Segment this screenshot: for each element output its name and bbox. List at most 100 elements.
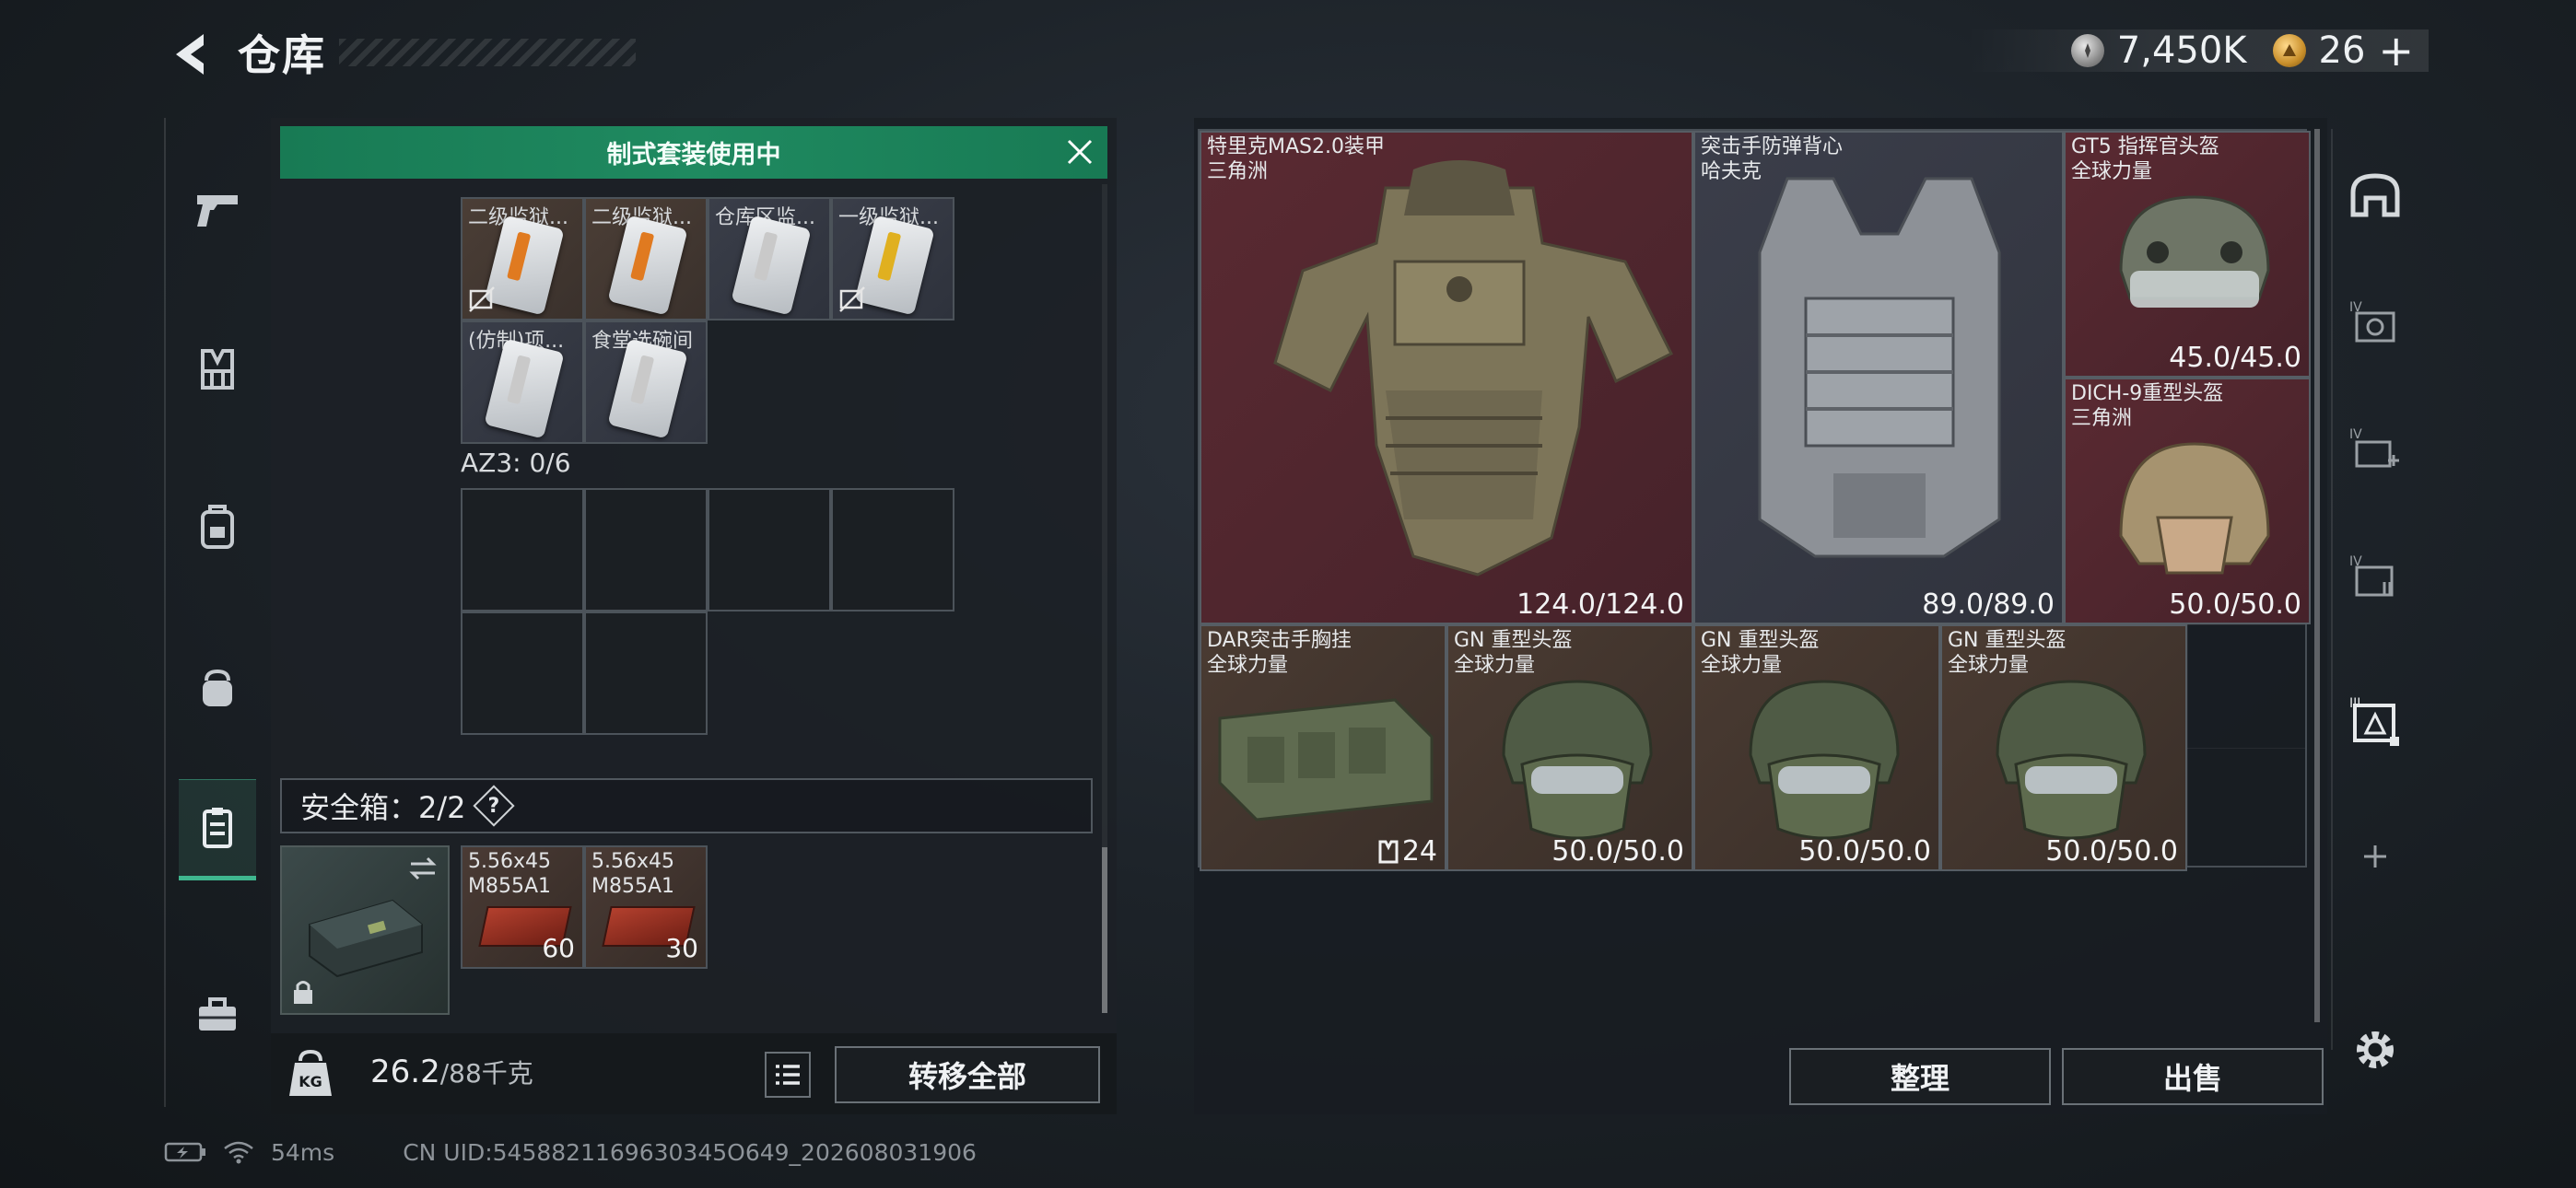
nav-secure-container[interactable] bbox=[179, 779, 256, 880]
stash-item-helmet[interactable]: GN 重型头盔 全球力量 50.0/50.0 bbox=[1940, 624, 2187, 871]
pouch-item-slot[interactable]: 食堂选碗间 bbox=[584, 320, 708, 444]
nav-pouch[interactable] bbox=[179, 638, 256, 740]
svg-text:KG: KG bbox=[299, 1073, 322, 1090]
secure-container-icon bbox=[203, 808, 232, 848]
stash-item-armor[interactable]: 特里克MAS2.0装甲 三角洲 124.0/124.0 bbox=[1200, 131, 1693, 624]
pouch-item-slot[interactable]: 仓库区监... bbox=[708, 197, 831, 320]
wifi-icon bbox=[224, 1141, 253, 1164]
helmet-image bbox=[1502, 680, 1653, 840]
nav-chest-rig[interactable] bbox=[179, 319, 256, 420]
stash-scrollbar[interactable] bbox=[2314, 129, 2320, 1022]
item-name: DICH-9重型头盔 三角洲 bbox=[2071, 382, 2224, 430]
stash-tab-icon: IV bbox=[2349, 554, 2394, 597]
item-name: DAR突击手胸挂 全球力量 bbox=[1207, 629, 1352, 677]
transfer-all-button[interactable]: 转移全部 bbox=[835, 1046, 1100, 1103]
no-transfer-icon bbox=[839, 286, 865, 312]
stash-tab-icon: IV bbox=[2349, 300, 2395, 343]
ammo-count: 60 bbox=[542, 933, 575, 963]
close-icon[interactable] bbox=[1065, 137, 1095, 167]
item-durability: 50.0/50.0 bbox=[2169, 588, 2301, 621]
nav-toolbox[interactable] bbox=[179, 965, 256, 1066]
no-transfer-icon bbox=[469, 286, 495, 312]
back-button[interactable] bbox=[158, 24, 223, 85]
category-nav bbox=[164, 118, 263, 1107]
help-icon[interactable]: ? bbox=[472, 785, 515, 827]
plus-icon bbox=[2364, 845, 2386, 868]
pouch-item-slot[interactable]: 二级监狱... bbox=[461, 197, 584, 320]
swap-icon[interactable] bbox=[407, 855, 439, 882]
chest-rig-small-icon bbox=[1378, 840, 1399, 863]
stash-item-chest-rig[interactable]: DAR突击手胸挂 全球力量 24 bbox=[1200, 624, 1446, 871]
helmet-image bbox=[1749, 680, 1900, 840]
ammo-slot[interactable]: 5.56x45 M855A1 30 bbox=[584, 845, 708, 969]
gold-coin-icon bbox=[2272, 34, 2306, 67]
helmet-image bbox=[2119, 442, 2270, 575]
ping-readout: 54ms bbox=[271, 1138, 335, 1166]
stash-tabs: IV IV IV III bbox=[2331, 129, 2405, 1068]
list-view-button[interactable] bbox=[765, 1052, 811, 1098]
pouch-icon bbox=[203, 669, 232, 706]
nav-backpack[interactable] bbox=[179, 477, 256, 578]
sell-button[interactable]: 出售 bbox=[2062, 1048, 2324, 1105]
pouch-item-slot[interactable]: 二级监狱... bbox=[584, 197, 708, 320]
weight-kg-icon: KG bbox=[289, 1050, 332, 1096]
chest-rig-icon bbox=[201, 349, 234, 390]
add-stash-tab-button[interactable] bbox=[2348, 829, 2403, 884]
stash-tab-3[interactable]: IV bbox=[2348, 422, 2403, 477]
silver-coin-icon bbox=[2070, 34, 2104, 67]
empty-slot[interactable] bbox=[831, 488, 954, 611]
stash-tab-icon: III bbox=[2349, 696, 2399, 746]
az3-label: AZ3: 0/6 bbox=[461, 448, 571, 478]
helmet-image bbox=[1996, 680, 2147, 840]
loadout-scrollbar[interactable] bbox=[1102, 184, 1107, 1013]
add-currency-button[interactable]: + bbox=[2378, 26, 2414, 76]
armor-vest-image bbox=[1273, 160, 1674, 577]
item-quantity: 24 bbox=[1378, 835, 1437, 868]
toolbox-icon bbox=[199, 997, 236, 1031]
battery-icon bbox=[164, 1142, 205, 1162]
item-durability: 45.0/45.0 bbox=[2169, 342, 2301, 374]
stash-item-helmet[interactable]: GN 重型头盔 全球力量 50.0/50.0 bbox=[1693, 624, 1940, 871]
list-icon bbox=[776, 1065, 800, 1085]
item-durability: 89.0/89.0 bbox=[1922, 588, 2055, 621]
empty-slot[interactable] bbox=[461, 488, 584, 611]
back-arrow-icon bbox=[176, 34, 204, 75]
helmet-image bbox=[2119, 195, 2270, 308]
stash-grid: 特里克MAS2.0装甲 三角洲 124.0/124.0 突击手防弹背心 哈夫克 89… bbox=[1198, 129, 2311, 871]
ammo-name: 5.56x45 M855A1 bbox=[591, 850, 675, 898]
ammo-count: 30 bbox=[665, 933, 698, 963]
vault-icon bbox=[2350, 173, 2400, 217]
stash-item-helmet[interactable]: GN 重型头盔 全球力量 50.0/50.0 bbox=[1446, 624, 1693, 871]
stash-tab-icon: IV bbox=[2349, 427, 2399, 468]
ammo-name: 5.56x45 M855A1 bbox=[468, 850, 552, 898]
silver-balance: 7,450K bbox=[2116, 29, 2247, 72]
gold-balance: 26 bbox=[2318, 29, 2366, 72]
empty-slot[interactable] bbox=[708, 488, 831, 611]
stash-tab-5-active[interactable]: III bbox=[2348, 693, 2403, 748]
item-durability: 50.0/50.0 bbox=[1798, 835, 1931, 868]
stash-tab-2[interactable]: IV bbox=[2348, 295, 2403, 350]
chest-rig-image bbox=[1218, 698, 1434, 821]
safe-box-capacity: 安全箱：2/2 bbox=[300, 790, 466, 825]
pouch-item-slot[interactable]: (仿制)项... bbox=[461, 320, 584, 444]
empty-slot[interactable] bbox=[584, 611, 708, 735]
stash-item-helmet[interactable]: DICH-9重型头盔 三角洲 50.0/50.0 bbox=[2064, 378, 2311, 624]
plate-carrier-image bbox=[1758, 177, 2001, 558]
empty-slot[interactable] bbox=[584, 488, 708, 611]
kit-banner-text: 制式套装使用中 bbox=[606, 141, 781, 169]
empty-slot[interactable] bbox=[461, 611, 584, 735]
ammo-slot[interactable]: 5.56x45 M855A1 60 bbox=[461, 845, 584, 969]
stash-item-armor[interactable]: 突击手防弹背心 哈夫克 89.0/89.0 bbox=[1693, 131, 2064, 624]
pouch-item-slot[interactable]: 一级监狱... bbox=[831, 197, 954, 320]
user-uid: CN UID:5458821169630345O649_202608031906 bbox=[403, 1138, 977, 1166]
settings-button[interactable] bbox=[2348, 1022, 2403, 1077]
sort-button[interactable]: 整理 bbox=[1789, 1048, 2051, 1105]
kit-in-use-banner: 制式套装使用中 bbox=[280, 126, 1107, 179]
stash-tab-home[interactable] bbox=[2348, 168, 2403, 223]
safe-box-header: 安全箱：2/2 ? bbox=[280, 778, 1093, 833]
stash-tab-4[interactable]: IV bbox=[2348, 549, 2403, 604]
safe-box-container[interactable] bbox=[280, 845, 450, 1015]
nav-weapon[interactable] bbox=[179, 159, 256, 261]
gear-icon bbox=[2357, 1031, 2394, 1068]
stash-item-helmet[interactable]: GT5 指挥官头盔 全球力量 45.0/45.0 bbox=[2064, 131, 2311, 378]
